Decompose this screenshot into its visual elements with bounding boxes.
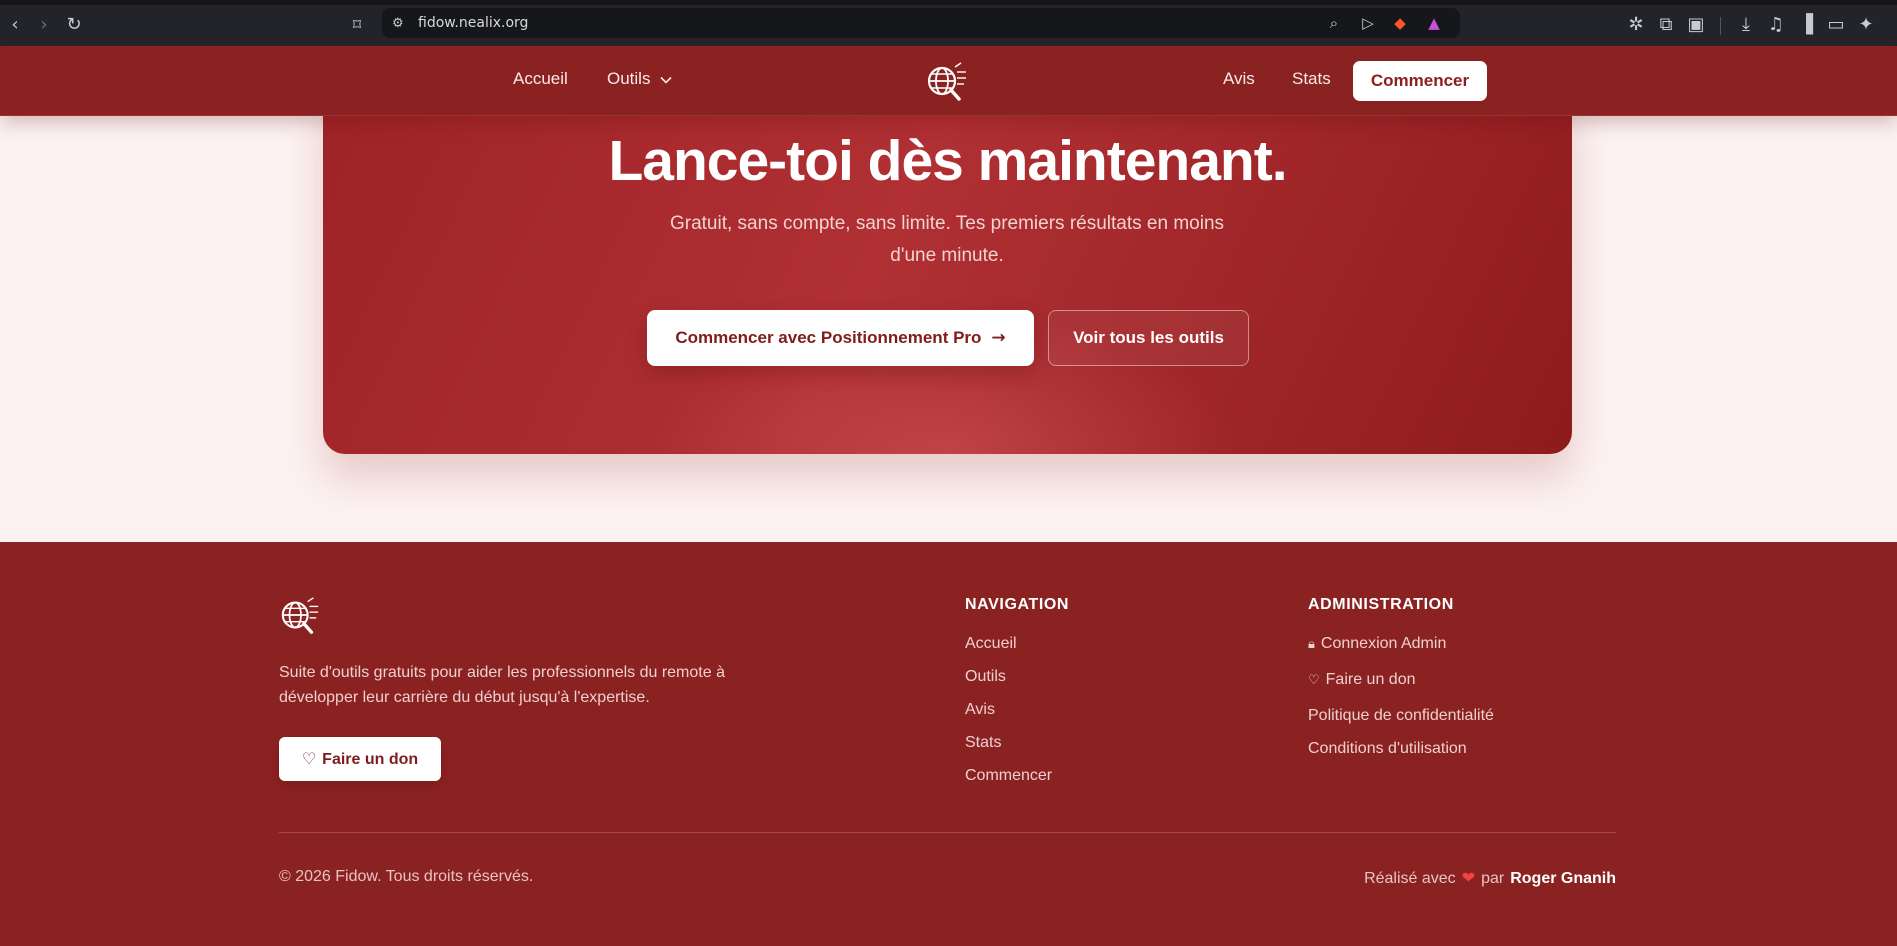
music-icon[interactable]: ♫	[1764, 13, 1788, 37]
cta-section: Lance-toi dès maintenant. Gratuit, sans …	[323, 80, 1572, 454]
globe-search-logo-icon	[927, 62, 966, 101]
credit-by: par	[1481, 870, 1505, 887]
footer-link-admin-login[interactable]: 🔒︎ Connexion Admin	[1308, 635, 1446, 653]
nav-link-reviews[interactable]: Avis	[1223, 46, 1255, 112]
header-start-button[interactable]: Commencer	[1353, 61, 1487, 101]
toolbar-divider	[1720, 17, 1721, 35]
footer-donate-label: Faire un don	[322, 751, 419, 768]
ai-assistant-icon[interactable]: ✦	[1854, 13, 1878, 37]
nav-link-home[interactable]: Accueil	[513, 46, 568, 112]
copyright-text: © 2026 Fidow. Tous droits réservés.	[279, 868, 534, 885]
bookmark-icon[interactable]: ⌑	[346, 14, 368, 36]
site-footer: Suite d'outils gratuits pour aider les p…	[0, 542, 1897, 946]
footer-admin-title: ADMINISTRATION	[1308, 596, 1454, 613]
credit-prefix: Réalisé avec	[1364, 870, 1456, 887]
author-link[interactable]: Roger Gnanih	[1510, 870, 1616, 887]
nav-link-stats[interactable]: Stats	[1292, 46, 1331, 112]
site-settings-icon[interactable]: ⚙	[392, 8, 404, 38]
send-icon[interactable]: ▷	[1356, 11, 1380, 35]
footer-logo[interactable]	[279, 594, 321, 636]
footer-link-home[interactable]: Accueil	[965, 635, 1017, 653]
footer-divider	[279, 832, 1616, 833]
forward-icon[interactable]: ›	[32, 13, 56, 37]
heart-icon: ❤	[1461, 868, 1476, 887]
nav-link-tools[interactable]: Outils	[607, 46, 672, 112]
download-icon[interactable]: ⤓	[1734, 13, 1758, 37]
footer-link-reviews[interactable]: Avis	[965, 701, 995, 719]
footer-link-stats[interactable]: Stats	[965, 734, 1001, 752]
extension-icon[interactable]: ✲	[1624, 13, 1648, 37]
credit-text: Réalisé avec ❤ par Roger Gnanih	[1364, 868, 1616, 888]
start-positioning-pro-label: Commencer avec Positionnement Pro	[675, 328, 982, 347]
footer-link-donate-label: Faire un don	[1325, 671, 1416, 688]
footer-link-terms[interactable]: Conditions d'utilisation	[1308, 740, 1467, 758]
sidebar-icon[interactable]: ▐	[1794, 13, 1818, 37]
brand-logo[interactable]	[925, 59, 969, 103]
zoom-icon[interactable]: ⌕	[1322, 11, 1346, 35]
back-icon[interactable]: ‹	[3, 13, 27, 37]
footer-link-donate[interactable]: ♡ Faire un don	[1308, 671, 1416, 689]
arrow-right-icon: →	[991, 328, 1006, 348]
footer-link-start[interactable]: Commencer	[965, 767, 1052, 785]
screenshot-icon[interactable]: ▣	[1684, 13, 1708, 37]
heart-icon: ♡	[301, 749, 317, 768]
site-header: Accueil Outils Avis Stats Commencer	[0, 46, 1897, 116]
brave-shield-icon[interactable]: ◆	[1388, 11, 1412, 35]
puzzle-icon[interactable]: ⧉	[1654, 13, 1678, 37]
brave-rewards-icon[interactable]: ▲	[1422, 11, 1446, 35]
chevron-down-icon	[660, 76, 672, 84]
wallet-icon[interactable]: ▭	[1824, 13, 1848, 37]
address-bar[interactable]: ⚙ fidow.nealix.org ⌕ ▷ ◆ ▲	[382, 8, 1460, 38]
footer-link-admin-login-label: Connexion Admin	[1320, 635, 1447, 652]
cta-title: Lance-toi dès maintenant.	[608, 129, 1287, 193]
url-text: fidow.nealix.org	[418, 15, 529, 31]
globe-search-logo-icon	[281, 597, 319, 634]
view-all-tools-button[interactable]: Voir tous les outils	[1048, 310, 1249, 366]
lock-icon: 🔒︎	[1308, 637, 1315, 652]
cta-subtitle: Gratuit, sans compte, sans limite. Tes p…	[669, 213, 1225, 266]
browser-toolbar: ‹ › ↻ ⌑ ⚙ fidow.nealix.org ⌕ ▷ ◆ ▲ ✲ ⧉ ▣…	[0, 0, 1897, 46]
footer-donate-button[interactable]: ♡ Faire un don	[279, 737, 441, 781]
footer-link-privacy[interactable]: Politique de confidentialité	[1308, 707, 1494, 725]
footer-nav-title: NAVIGATION	[965, 596, 1070, 613]
reload-icon[interactable]: ↻	[62, 13, 86, 37]
nav-link-tools-label: Outils	[607, 69, 651, 88]
heart-icon: ♡	[1308, 673, 1320, 688]
footer-description: Suite d'outils gratuits pour aider les p…	[279, 664, 725, 706]
footer-link-tools[interactable]: Outils	[965, 668, 1006, 686]
start-positioning-pro-button[interactable]: Commencer avec Positionnement Pro →	[647, 310, 1034, 366]
